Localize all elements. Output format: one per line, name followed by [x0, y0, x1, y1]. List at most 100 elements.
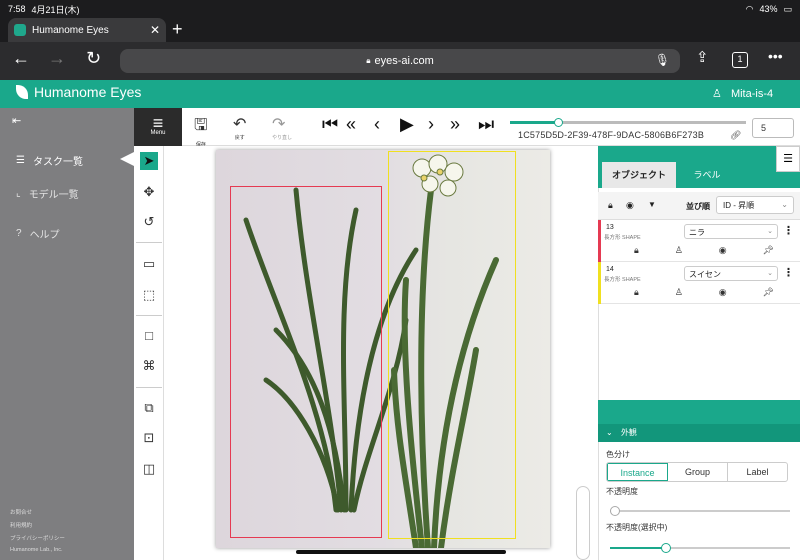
url-text: eyes-ai.com	[374, 55, 434, 67]
save-button[interactable]: 🖫 保存	[194, 114, 208, 148]
close-tab-icon[interactable]: ✕	[150, 23, 160, 37]
eye-icon[interactable]: ◉	[719, 245, 727, 256]
appearance-section-toggle[interactable]: ⌄ 外観	[598, 424, 800, 442]
undo-button[interactable]: ↶ 戻す	[233, 114, 246, 141]
hamburger-icon: ≡	[152, 113, 164, 133]
rotate-icon[interactable]: ↺	[140, 213, 158, 231]
status-date: 4月21日(木)	[31, 4, 80, 15]
active-nav-indicator	[120, 152, 134, 166]
pin-icon[interactable]: 📌︎	[763, 245, 774, 256]
kebab-menu-icon[interactable]: ⋮	[783, 224, 794, 237]
user-icon: ♙	[712, 88, 722, 100]
app-logo[interactable]: Humanome Eyes	[16, 84, 141, 100]
nav-item-help[interactable]: ? ヘルプ	[16, 226, 60, 241]
microphone-icon[interactable]: 🎙︎	[655, 53, 670, 67]
frame-number-input[interactable]: 5	[752, 118, 794, 138]
zoom-region-icon[interactable]: ⬚	[140, 286, 158, 304]
color-by-instance[interactable]: Instance	[607, 463, 668, 481]
favicon-icon	[14, 24, 26, 36]
nav-item-label: タスク一覧	[32, 157, 83, 168]
nav-item-models[interactable]: ⌞ モデル一覧	[16, 186, 79, 201]
prev-frame-icon[interactable]: ‹	[374, 114, 380, 135]
browser-tab[interactable]: Humanome Eyes ✕	[8, 18, 166, 42]
object-item[interactable]: 13 長方形 SHAPE ニラ ⌄ ⋮ 🔒︎ ♙ ◉ 📌︎	[598, 220, 800, 262]
selected-opacity-slider-fill	[610, 547, 666, 549]
list-icon: ☰	[16, 155, 25, 166]
object-label-select[interactable]: ニラ ⌄	[684, 224, 778, 239]
opacity-slider-track[interactable]	[610, 510, 790, 512]
sort-select[interactable]: ID - 昇順 ⌄	[716, 196, 794, 214]
tab-objects[interactable]: オブジェクト	[602, 162, 676, 188]
dropdown-icon[interactable]: ▼	[648, 200, 656, 209]
select-cursor-icon[interactable]: ➤	[140, 152, 158, 170]
share-icon[interactable]: ⇪	[696, 48, 709, 66]
link-icon[interactable]: 🔗︎	[730, 130, 741, 141]
footer-contact-link[interactable]: お問合せ	[10, 508, 32, 516]
user-menu[interactable]: ♙ Mita-is-4	[712, 87, 773, 100]
merge-icon[interactable]: ⧉	[140, 399, 158, 417]
footer-copyright: Humanome Lab., Inc.	[10, 547, 63, 553]
fast-backward-icon[interactable]: «	[346, 114, 356, 135]
color-by-label: 色分け	[606, 450, 630, 459]
person-icon[interactable]: ♙	[675, 287, 683, 298]
rectangle-tool-icon[interactable]: □	[140, 327, 158, 345]
pin-icon[interactable]: 📌︎	[763, 287, 774, 298]
fit-image-icon[interactable]: ▭	[140, 255, 158, 273]
bounding-box-14[interactable]	[388, 151, 516, 539]
reload-icon[interactable]: ↻	[86, 48, 101, 69]
color-by-group[interactable]: Group	[668, 463, 728, 481]
object-label-select[interactable]: スイセン ⌄	[684, 266, 778, 281]
frame-slider-fill	[510, 121, 558, 124]
chevron-down-icon: ⌄	[767, 270, 773, 277]
selected-opacity-slider-knob[interactable]	[661, 543, 671, 553]
kebab-menu-icon[interactable]: ⋮	[783, 266, 794, 279]
object-label-value: スイセン	[689, 270, 721, 279]
first-frame-icon[interactable]: ⏮	[322, 114, 338, 135]
tool-column	[134, 146, 164, 560]
chevron-down-icon: ⌄	[606, 428, 613, 437]
lock-icon[interactable]: 🔒︎	[634, 287, 639, 298]
menu-button[interactable]: ≡ Menu	[134, 108, 182, 146]
last-frame-icon[interactable]: ⏭	[478, 114, 494, 135]
nav-item-tasks[interactable]: ☰ タスク一覧	[16, 153, 83, 168]
home-indicator	[296, 550, 506, 554]
play-icon[interactable]: ▶	[400, 114, 414, 135]
new-tab-button[interactable]: +	[172, 19, 183, 40]
task-id: 1C575D5D-2F39-478F-9DAC-5806B6F273B	[518, 130, 705, 140]
more-icon[interactable]: •••	[768, 48, 783, 64]
tab-labels[interactable]: ラベル	[680, 162, 734, 188]
footer-terms-link[interactable]: 利用規約	[10, 521, 32, 529]
chevron-down-icon: ⌄	[781, 200, 788, 209]
canvas-zoom-slider[interactable]	[576, 486, 590, 560]
object-item[interactable]: 14 長方形 SHAPE スイセン ⌄ ⋮ 🔒︎ ♙ ◉ 📌︎	[598, 262, 800, 304]
status-time: 7:58	[8, 4, 26, 14]
tag-icon[interactable]: ⌘	[140, 357, 158, 375]
back-icon[interactable]: ←	[12, 48, 30, 69]
nav-collapse-icon[interactable]: ⇤	[12, 114, 21, 127]
eye-icon[interactable]: ◉	[719, 287, 727, 298]
tab-count-button[interactable]: 1	[732, 52, 748, 68]
person-icon[interactable]: ♙	[675, 245, 683, 256]
redo-button[interactable]: ↷ やり直し	[272, 114, 292, 141]
selected-opacity-label: 不透明度(選択中)	[606, 523, 668, 532]
redo-label: やり直し	[272, 135, 293, 141]
forward-icon[interactable]: →	[48, 48, 66, 69]
footer-privacy-link[interactable]: プライバシーポリシー	[10, 534, 65, 542]
split-icon[interactable]: ◫	[140, 460, 158, 478]
app-name: Humanome Eyes	[34, 84, 142, 100]
status-bar: 7:58 4月21日(木) ◠ 43% ▭	[0, 0, 800, 18]
address-bar[interactable]: 🔒︎ eyes-ai.com 🎙︎	[120, 49, 680, 73]
lock-icon[interactable]: 🔒︎	[634, 245, 639, 256]
opacity-slider-knob[interactable]	[610, 506, 620, 516]
move-icon[interactable]: ✥	[140, 183, 158, 201]
eye-all-icon[interactable]: ◉	[626, 200, 634, 211]
panel-collapse-icon[interactable]: ☰	[776, 146, 800, 172]
next-frame-icon[interactable]: ›	[428, 114, 434, 135]
fast-forward-icon[interactable]: »	[450, 114, 460, 135]
frame-slider[interactable]	[510, 118, 746, 127]
bounding-box-13[interactable]	[230, 186, 382, 538]
lock-all-icon[interactable]: 🔒︎	[608, 200, 613, 211]
color-by-label-option[interactable]: Label	[728, 463, 787, 481]
frame-slider-knob[interactable]	[554, 118, 563, 127]
group-icon[interactable]: ⊡	[140, 429, 158, 447]
